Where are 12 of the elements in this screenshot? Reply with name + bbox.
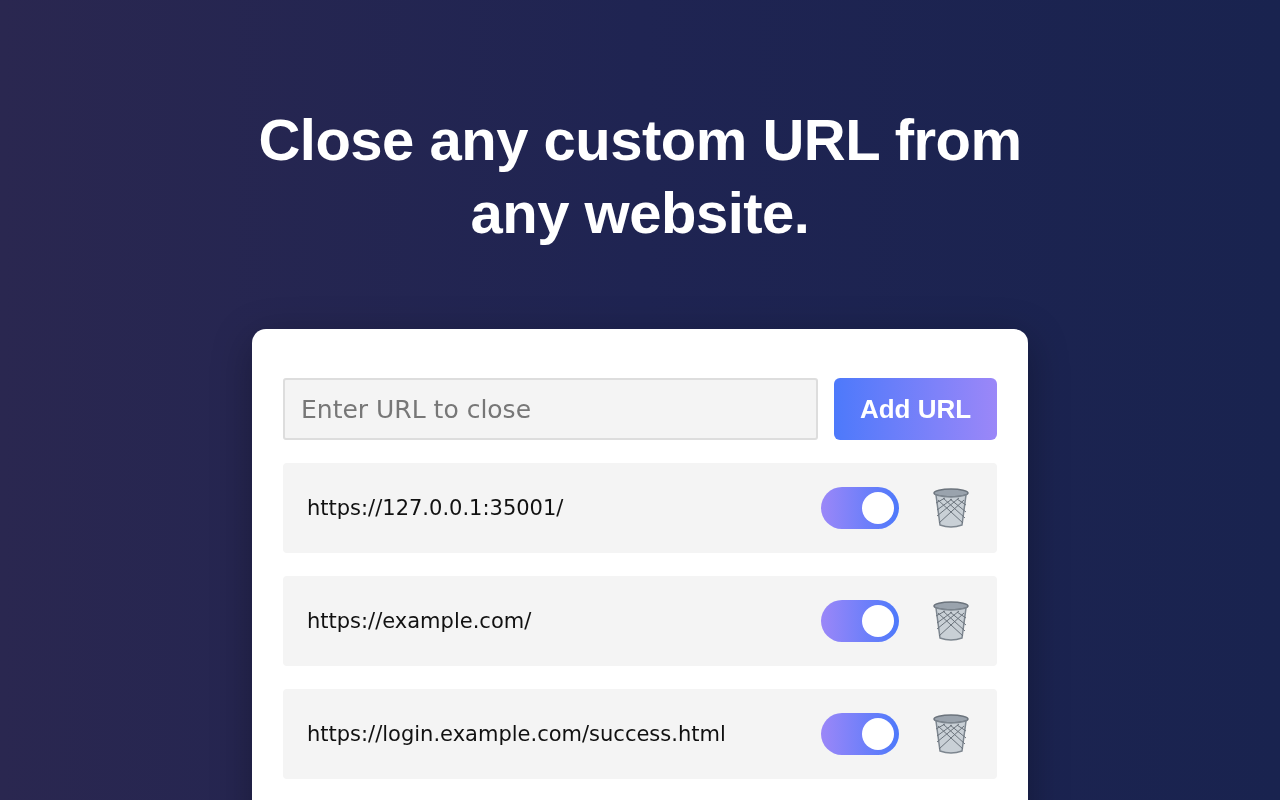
url-text: https://example.com/: [307, 609, 533, 633]
trash-icon[interactable]: [933, 601, 969, 641]
url-text: https://127.0.0.1:35001/: [307, 496, 565, 520]
toggle-switch[interactable]: [821, 600, 899, 642]
url-text: https://login.example.com/success.html: [307, 722, 727, 746]
add-url-button[interactable]: Add URL: [834, 378, 997, 440]
toggle-switch[interactable]: [821, 713, 899, 755]
headline: Close any custom URL from any website.: [257, 106, 1023, 247]
url-input[interactable]: Enter URL to close: [283, 378, 818, 440]
trash-icon[interactable]: [933, 714, 969, 754]
trash-icon[interactable]: [933, 488, 969, 528]
toggle-switch[interactable]: [821, 487, 899, 529]
